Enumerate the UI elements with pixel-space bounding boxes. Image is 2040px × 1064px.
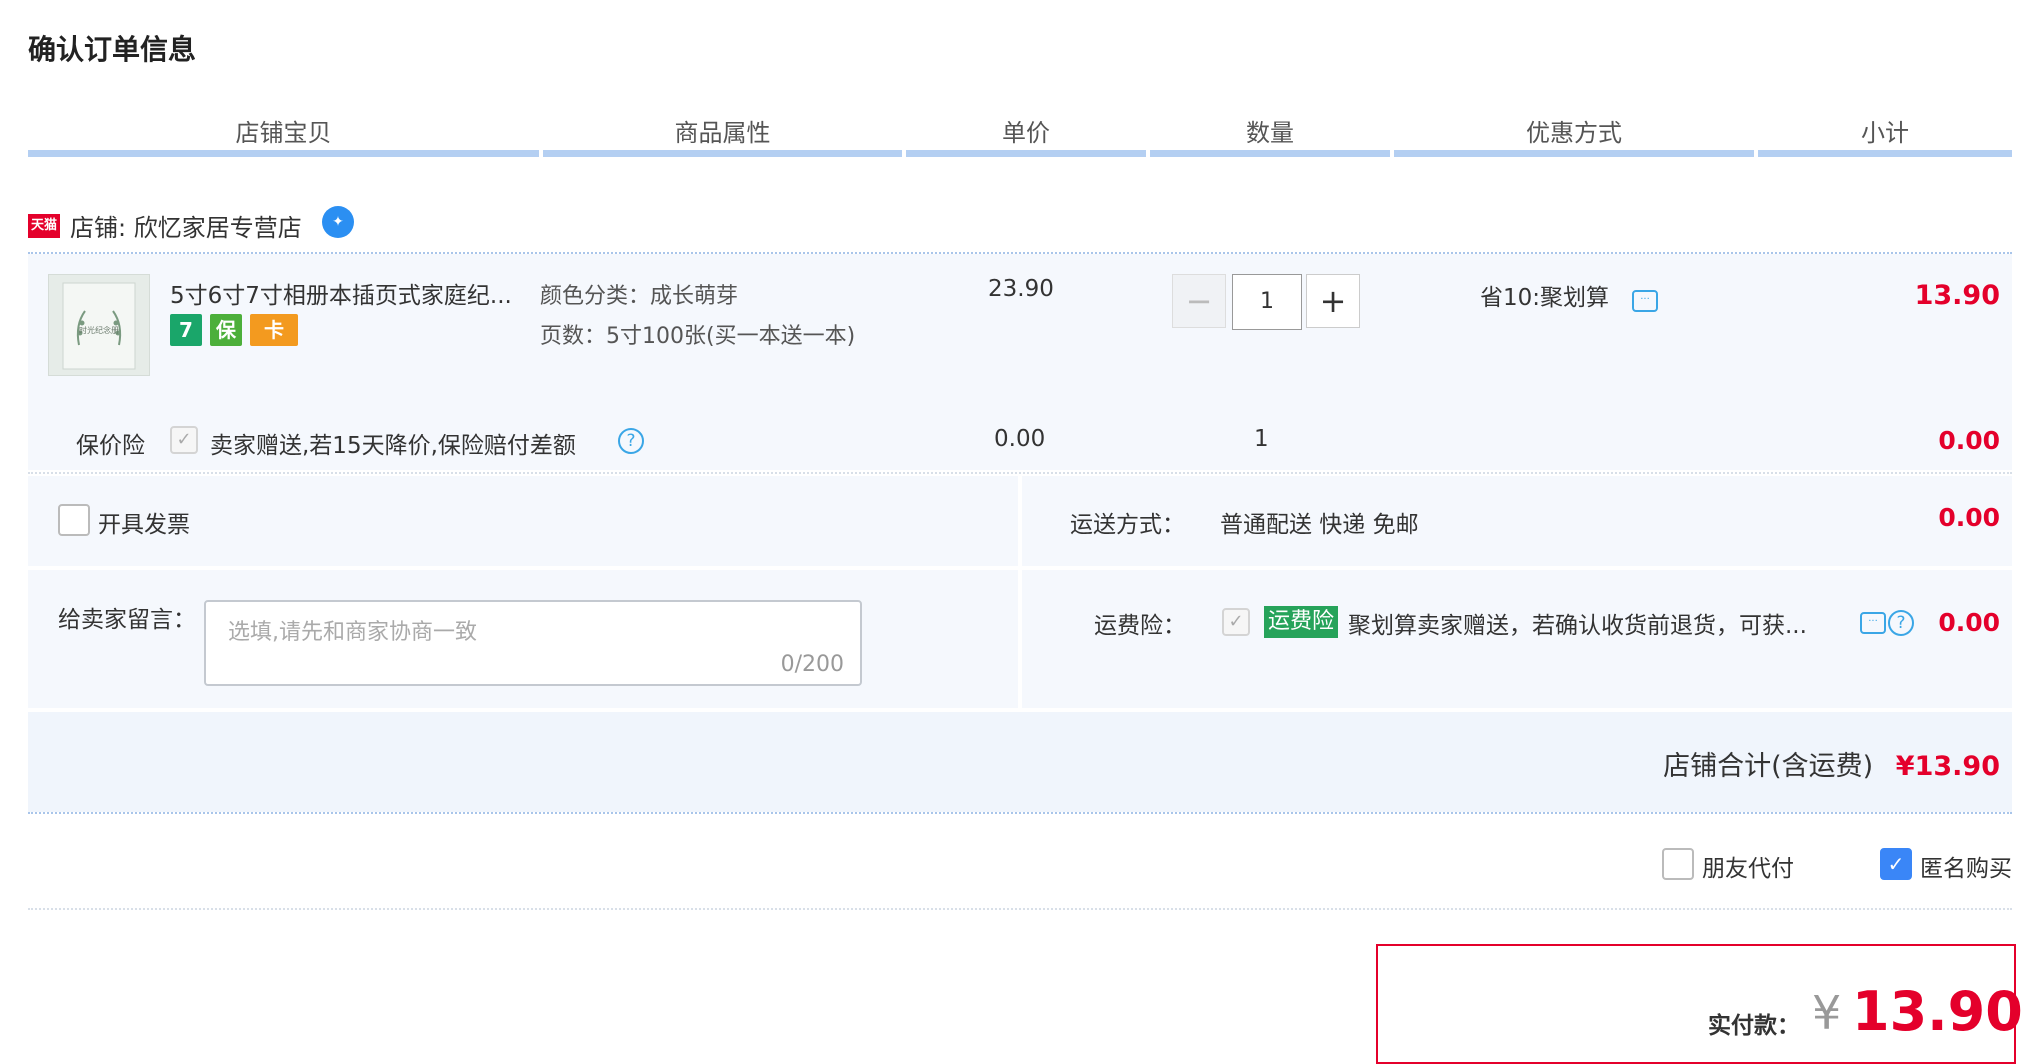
freight-insurance-help-icon[interactable]: ? [1888, 610, 1914, 636]
payment-amount: 13.90 [1852, 980, 2023, 1043]
column-header-price: 单价 [906, 110, 1146, 157]
shop-total-value: ¥13.90 [1895, 751, 2000, 782]
attribute-color: 颜色分类：成长萌芽 [540, 284, 739, 309]
payment-currency: ¥ [1812, 986, 1842, 1040]
quantity-input[interactable]: 1 [1232, 274, 1302, 330]
freight-insurance-tag: 运费险 [1264, 606, 1339, 638]
price-protect-qty: 1 [1254, 426, 1269, 452]
quantity-decrease-button[interactable]: − [1172, 274, 1226, 328]
guarantee-badge[interactable]: 保 [210, 314, 242, 346]
column-header-attributes: 商品属性 [543, 110, 902, 157]
photo-album-image: 时光纪念册 [49, 275, 149, 375]
attribute-pages: 页数：5寸100张(买一本送一本) [540, 324, 856, 349]
quantity-increase-button[interactable]: + [1306, 274, 1360, 328]
price-protect-price: 0.00 [994, 426, 1046, 452]
item-divider [28, 472, 2012, 474]
friend-pay-checkbox[interactable] [1662, 848, 1694, 880]
invoice-checkbox[interactable] [58, 504, 90, 536]
tmall-logo: 天猫 [28, 214, 60, 238]
column-header-subtotal: 小计 [1758, 110, 2012, 157]
invoice-label[interactable]: 开具发票 [98, 505, 190, 539]
discount-message-icon[interactable]: ··· [1632, 290, 1658, 312]
thumb-caption: 时光纪念册 [79, 325, 119, 335]
product-title-link[interactable]: 5寸6寸7寸相册本插页式家庭纪... [170, 276, 512, 310]
shop-total: 店铺合计(含运费) ¥13.90 [1663, 744, 2000, 783]
anonymous-purchase-label[interactable]: 匿名购买 [1920, 849, 2012, 883]
payment-summary-box: 实付款： ¥ 13.90 [1376, 944, 2023, 1064]
wangwang-chat-icon[interactable]: ✦ [322, 206, 354, 238]
total-divider [28, 812, 2012, 814]
price-protect-checkbox[interactable]: ✓ [170, 426, 198, 454]
price-protect-text: 卖家赠送,若15天降价,保险赔付差额 [210, 433, 576, 459]
panel-separator [28, 566, 2012, 570]
freight-insurance-cost: 0.00 [1938, 608, 2000, 637]
card-payment-badge[interactable]: 卡 [250, 314, 298, 346]
price-protect-subtotal: 0.00 [1938, 426, 2000, 455]
freight-insurance-label: 运费险： [1094, 613, 1186, 639]
column-header-discount: 优惠方式 [1394, 110, 1754, 157]
freight-insurance-text: 聚划算卖家赠送，若确认收货前退货，可获... [1348, 613, 1807, 639]
discount-text: 省10:聚划算 [1480, 285, 1610, 311]
shipping-cost: 0.00 [1938, 503, 2000, 532]
product-thumbnail[interactable]: 时光纪念册 [48, 274, 150, 376]
page-title: 确认订单信息 [28, 33, 197, 66]
shipping-method: 普通配送 快递 免邮 [1220, 512, 1419, 538]
seven-day-return-badge[interactable]: 7 [170, 314, 202, 346]
message-label: 给卖家留言： [58, 607, 196, 633]
freight-insurance-message-icon[interactable]: ··· [1860, 612, 1886, 634]
seller-message-textarea[interactable]: 选填,请先和商家协商一致 0/200 [204, 600, 862, 686]
friend-pay-label[interactable]: 朋友代付 [1702, 849, 1794, 883]
column-header-quantity: 数量 [1150, 110, 1390, 157]
message-placeholder: 选填,请先和商家协商一致 [228, 620, 477, 645]
freight-insurance-checkbox[interactable]: ✓ [1222, 608, 1250, 636]
shop-total-label: 店铺合计(含运费) [1663, 751, 1874, 782]
unit-price: 23.90 [988, 276, 1054, 302]
options-divider [28, 908, 2012, 910]
payment-label: 实付款： [1708, 1013, 1800, 1039]
anonymous-purchase-checkbox[interactable]: ✓ [1880, 848, 1912, 880]
message-counter: 0/200 [780, 652, 844, 677]
column-header-item: 店铺宝贝 [28, 110, 539, 157]
shop-name[interactable]: 店铺: 欣忆家居专营店 [70, 208, 302, 243]
price-protect-help-icon[interactable]: ? [618, 428, 644, 454]
shipping-label: 运送方式： [1070, 512, 1185, 538]
price-protect-label: 保价险 [76, 433, 145, 459]
item-subtotal: 13.90 [1914, 280, 2000, 311]
